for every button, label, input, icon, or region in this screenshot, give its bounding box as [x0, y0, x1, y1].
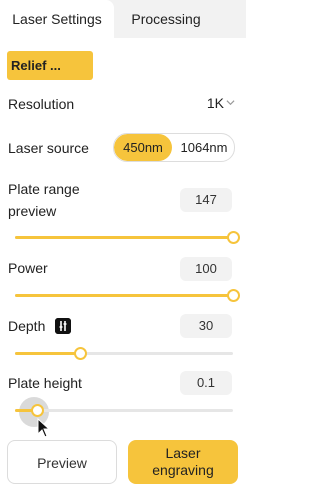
- depth-slider[interactable]: [15, 347, 233, 361]
- depth-adjust-icon[interactable]: [55, 318, 71, 334]
- slider-knob[interactable]: [30, 404, 44, 417]
- power-slider[interactable]: [15, 289, 240, 303]
- depth-value[interactable]: 30: [180, 314, 232, 338]
- laser-engraving-label-line2: engraving: [152, 462, 214, 478]
- laser-source-label: Laser source: [8, 140, 89, 156]
- depth-label: Depth: [8, 318, 46, 334]
- resolution-label: Resolution: [8, 96, 75, 112]
- plate-range-value[interactable]: 147: [180, 188, 232, 212]
- slider-fill: [15, 236, 233, 239]
- plate-height-label: Plate height: [8, 375, 82, 391]
- plate-range-label-line2: preview: [8, 203, 57, 219]
- plate-height-value[interactable]: 0.1: [180, 371, 232, 395]
- slider-knob[interactable]: [227, 231, 240, 244]
- plate-range-slider[interactable]: [15, 231, 240, 245]
- resolution-select[interactable]: 1K: [207, 95, 224, 111]
- tab-bar: Laser Settings Processing: [0, 0, 246, 38]
- tab-processing[interactable]: Processing: [114, 0, 218, 38]
- tab-laser-settings[interactable]: Laser Settings: [0, 0, 114, 38]
- mouse-pointer-icon: [37, 418, 51, 438]
- plate-range-label-line1: Plate range: [8, 181, 80, 197]
- slider-track: [15, 409, 233, 412]
- slider-knob[interactable]: [227, 289, 240, 302]
- mode-chip[interactable]: Relief ...: [7, 51, 93, 80]
- power-label: Power: [8, 260, 48, 276]
- slider-fill: [15, 352, 81, 355]
- laser-source-450nm[interactable]: 450nm: [114, 134, 172, 161]
- slider-knob[interactable]: [74, 347, 88, 360]
- power-value[interactable]: 100: [180, 257, 232, 281]
- preview-button[interactable]: Preview: [7, 440, 117, 484]
- laser-engraving-label-line1: Laser: [165, 445, 201, 461]
- laser-source-1064nm[interactable]: 1064nm: [174, 134, 234, 161]
- plate-height-slider[interactable]: [15, 404, 233, 418]
- slider-fill: [15, 294, 233, 297]
- laser-engraving-button[interactable]: Laser engraving: [128, 440, 238, 484]
- laser-source-toggle: 450nm 1064nm: [113, 133, 235, 162]
- chevron-down-icon[interactable]: [226, 98, 235, 107]
